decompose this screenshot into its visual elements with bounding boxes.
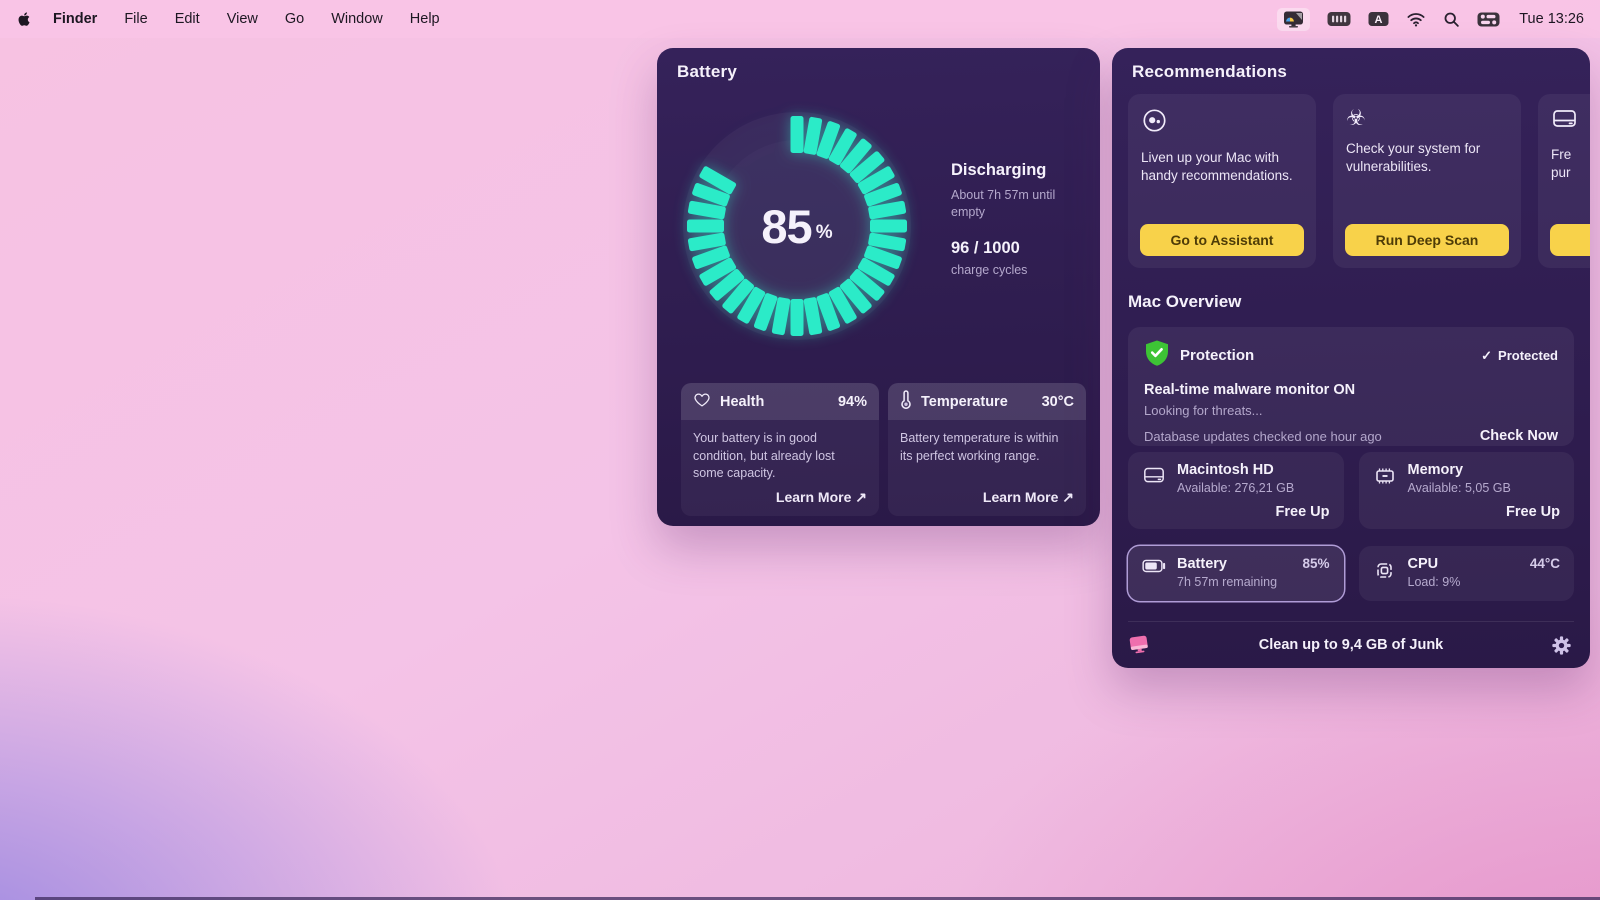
- stat-title: Memory: [1407, 462, 1464, 478]
- biohazard-icon: ☣: [1346, 105, 1366, 130]
- mac-overview-title: Mac Overview: [1128, 292, 1242, 311]
- recommendation-card-assistant: Liven up your Mac with handy recommendat…: [1128, 94, 1316, 268]
- clean-up-junk-button[interactable]: Clean up to 9,4 GB of Junk: [1128, 637, 1574, 653]
- recommendation-text: Check your system for vulnerabilities.: [1346, 141, 1481, 175]
- assistant-icon: [1141, 109, 1168, 138]
- menubar-app-name[interactable]: Finder: [53, 11, 97, 27]
- shield-check-icon: [1144, 339, 1170, 372]
- stat-card-macintosh-hd[interactable]: Macintosh HD Available: 276,21 GB Free U…: [1128, 452, 1344, 529]
- recommendations-panel: Recommendations Liven up your Mac with h…: [1112, 48, 1590, 668]
- stat-card-memory[interactable]: Memory Available: 5,05 GB Free Up: [1358, 452, 1574, 529]
- stat-subtitle: Load: 9%: [1407, 575, 1461, 589]
- protection-activity: Looking for threats...: [1144, 403, 1263, 418]
- stat-title: CPU: [1407, 556, 1439, 572]
- recommendation-text: Liven up your Mac with handy recommendat…: [1141, 150, 1293, 184]
- battery-panel-title: Battery: [677, 62, 737, 81]
- run-deep-scan-button[interactable]: Run Deep Scan: [1345, 224, 1509, 256]
- recommendation-card-space: Fre pur: [1538, 94, 1590, 268]
- health-description: Your battery is in good condition, but a…: [693, 431, 835, 480]
- cleanmymac-menubar-icon[interactable]: [1277, 7, 1311, 31]
- heart-icon: [693, 391, 711, 413]
- recommendation-text-line2: pur: [1551, 165, 1571, 181]
- recommendation-card-scan: ☣ Check your system for vulnerabilities.…: [1333, 94, 1521, 268]
- temperature-title: Temperature: [921, 393, 1008, 410]
- menu-file[interactable]: File: [124, 11, 147, 27]
- free-up-space-button[interactable]: [1550, 224, 1590, 256]
- cpu-stat-value: 44°C: [1529, 556, 1560, 571]
- stat-title: Battery: [1177, 556, 1227, 572]
- stat-subtitle: Available: 276,21 GB: [1177, 481, 1295, 495]
- stat-subtitle: Available: 5,05 GB: [1407, 481, 1511, 495]
- menu-window[interactable]: Window: [331, 11, 383, 27]
- stat-title: Macintosh HD: [1177, 462, 1274, 478]
- spotlight-search-icon[interactable]: [1443, 11, 1460, 28]
- recommendation-text-line1: Fre: [1551, 147, 1572, 162]
- battery-stat-value: 85%: [1302, 556, 1330, 571]
- menu-help[interactable]: Help: [410, 11, 440, 27]
- battery-gauge: 85 %: [675, 104, 919, 348]
- svg-text:A: A: [1375, 14, 1383, 26]
- battery-time-remaining: About 7h 57m until empty: [951, 188, 1056, 220]
- hard-drive-icon: [1142, 462, 1166, 519]
- memory-chip-icon: [1373, 462, 1397, 519]
- input-source-icon[interactable]: A: [1368, 11, 1389, 27]
- stat-card-battery[interactable]: Battery 7h 57m remaining 85%: [1128, 546, 1344, 601]
- battery-temperature-card: Temperature 30°C Battery temperature is …: [888, 383, 1086, 516]
- menubar: Finder File Edit View Go Window Help A T…: [0, 0, 1600, 38]
- menu-edit[interactable]: Edit: [175, 11, 200, 27]
- recommendations-title: Recommendations: [1132, 62, 1288, 81]
- menu-go[interactable]: Go: [285, 11, 304, 27]
- battery-status-block: Discharging About 7h 57m until empty 96 …: [951, 161, 1089, 277]
- health-learn-more-link[interactable]: Learn More ↗: [681, 489, 879, 516]
- cpu-chip-icon: [1373, 556, 1397, 591]
- battery-icon: [1142, 556, 1166, 591]
- protection-card: Protection ✓ Protected Real-time malware…: [1128, 327, 1574, 446]
- battery-panel: Battery 85 % Discharging About 7h 57m un…: [657, 48, 1100, 526]
- free-up-memory-button[interactable]: Free Up: [1506, 504, 1560, 520]
- battery-cycles-value: 96 / 1000: [951, 238, 1020, 257]
- temperature-learn-more-link[interactable]: Learn More ↗: [888, 489, 1086, 516]
- protection-monitor-status: Real-time malware monitor ON: [1144, 382, 1356, 398]
- keyboard-menubar-icon[interactable]: [1327, 11, 1351, 27]
- check-now-button[interactable]: Check Now: [1480, 428, 1558, 444]
- stat-card-cpu[interactable]: CPU Load: 9% 44°C: [1358, 546, 1574, 601]
- gear-icon[interactable]: [1551, 635, 1572, 661]
- temperature-value: 30°C: [1041, 393, 1074, 410]
- health-value: 94%: [837, 393, 867, 410]
- battery-state: Discharging: [951, 161, 1047, 179]
- temperature-description: Battery temperature is within its perfec…: [900, 431, 1059, 463]
- battery-health-card: Health 94% Your battery is in good condi…: [681, 383, 879, 516]
- battery-cycles-label: charge cycles: [951, 262, 1028, 277]
- protection-db-status: Database updates checked one hour ago: [1144, 428, 1382, 444]
- protection-title: Protection: [1180, 347, 1255, 364]
- protection-status-badge: ✓ Protected: [1481, 347, 1558, 364]
- wifi-icon[interactable]: [1406, 11, 1426, 27]
- apple-menu-icon[interactable]: [16, 9, 33, 29]
- go-to-assistant-button[interactable]: Go to Assistant: [1140, 224, 1304, 256]
- control-center-icon[interactable]: [1477, 12, 1500, 27]
- battery-percent: 85 %: [761, 199, 833, 253]
- menubar-clock[interactable]: Tue 13:26: [1519, 11, 1584, 27]
- menu-view[interactable]: View: [227, 11, 258, 27]
- drive-icon: [1551, 110, 1578, 135]
- stat-subtitle: 7h 57m remaining: [1177, 575, 1278, 589]
- free-up-disk-button[interactable]: Free Up: [1276, 504, 1330, 520]
- panel-footer: Clean up to 9,4 GB of Junk: [1128, 621, 1574, 668]
- health-title: Health: [720, 393, 765, 410]
- thermometer-icon: [900, 389, 912, 414]
- check-icon: ✓: [1481, 347, 1493, 363]
